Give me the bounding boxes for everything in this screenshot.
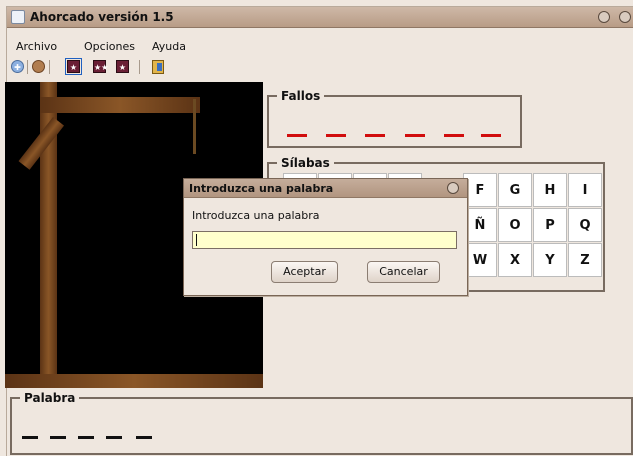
- menu-bar: Archivo Opciones Ayuda: [7, 28, 633, 53]
- fallo-dash: [287, 134, 307, 137]
- close-icon[interactable]: [619, 11, 631, 23]
- letter-button[interactable]: I: [568, 173, 602, 207]
- letter-button[interactable]: H: [533, 173, 567, 207]
- letter-button[interactable]: Y: [533, 243, 567, 277]
- toolbar-separator: [49, 60, 50, 74]
- fallo-dash: [444, 134, 464, 137]
- window-title: Ahorcado versión 1.5: [30, 10, 174, 24]
- letter-button[interactable]: O: [498, 208, 532, 242]
- letter-button[interactable]: P: [533, 208, 567, 242]
- letter-button[interactable]: Q: [568, 208, 602, 242]
- three-star-level-icon[interactable]: ★: [116, 60, 129, 73]
- letter-button[interactable]: W: [463, 243, 497, 277]
- toolbar-separator: [139, 60, 140, 74]
- letter-button[interactable]: G: [498, 173, 532, 207]
- dialog-title: Introduzca una palabra: [189, 182, 334, 195]
- palabra-dash: [136, 436, 152, 439]
- one-star-level-icon[interactable]: ★: [65, 58, 82, 75]
- word-input[interactable]: [192, 231, 457, 249]
- gallows-base: [5, 374, 263, 388]
- menu-ayuda[interactable]: Ayuda: [152, 40, 186, 53]
- fallos-label: Fallos: [277, 89, 325, 103]
- toolbar-separator: [27, 60, 28, 74]
- palabra-dash: [106, 436, 122, 439]
- fallo-dash: [405, 134, 425, 137]
- letter-button[interactable]: Z: [568, 243, 602, 277]
- close-icon[interactable]: [447, 182, 459, 194]
- menu-archivo[interactable]: Archivo: [16, 40, 57, 53]
- app-icon: [11, 10, 25, 24]
- letter-button[interactable]: F: [463, 173, 497, 207]
- letter-button[interactable]: Ñ: [463, 208, 497, 242]
- gallows-top-beam: [40, 97, 200, 113]
- letter-button[interactable]: X: [498, 243, 532, 277]
- silabas-label: Sílabas: [277, 156, 334, 170]
- palabra-dash: [78, 436, 94, 439]
- exit-icon[interactable]: [152, 60, 164, 74]
- palabra-panel: Palabra: [10, 391, 633, 455]
- palabra-dash: [22, 436, 38, 439]
- dialog-title-bar[interactable]: Introduzca una palabra: [184, 179, 467, 198]
- two-star-level-icon[interactable]: ★★: [93, 60, 108, 73]
- word-input-dialog: Introduzca una palabra Introduzca una pa…: [183, 178, 468, 296]
- fallo-dash: [365, 134, 385, 137]
- hat-icon[interactable]: [32, 60, 45, 73]
- toolbar: ✚ ★ ★★ ★: [7, 58, 633, 76]
- plus-icon[interactable]: ✚: [11, 60, 24, 73]
- menu-opciones[interactable]: Opciones: [84, 40, 135, 53]
- rope: [193, 99, 196, 154]
- cancel-button[interactable]: Cancelar: [367, 261, 440, 283]
- minimize-icon[interactable]: [598, 11, 610, 23]
- fallo-dash: [481, 134, 501, 137]
- accept-button[interactable]: Aceptar: [271, 261, 338, 283]
- fallos-panel: Fallos: [267, 89, 522, 148]
- title-bar[interactable]: Ahorcado versión 1.5: [7, 7, 633, 28]
- dialog-prompt: Introduzca una palabra: [192, 209, 320, 222]
- fallo-dash: [326, 134, 346, 137]
- palabra-label: Palabra: [20, 391, 80, 405]
- palabra-dash: [50, 436, 66, 439]
